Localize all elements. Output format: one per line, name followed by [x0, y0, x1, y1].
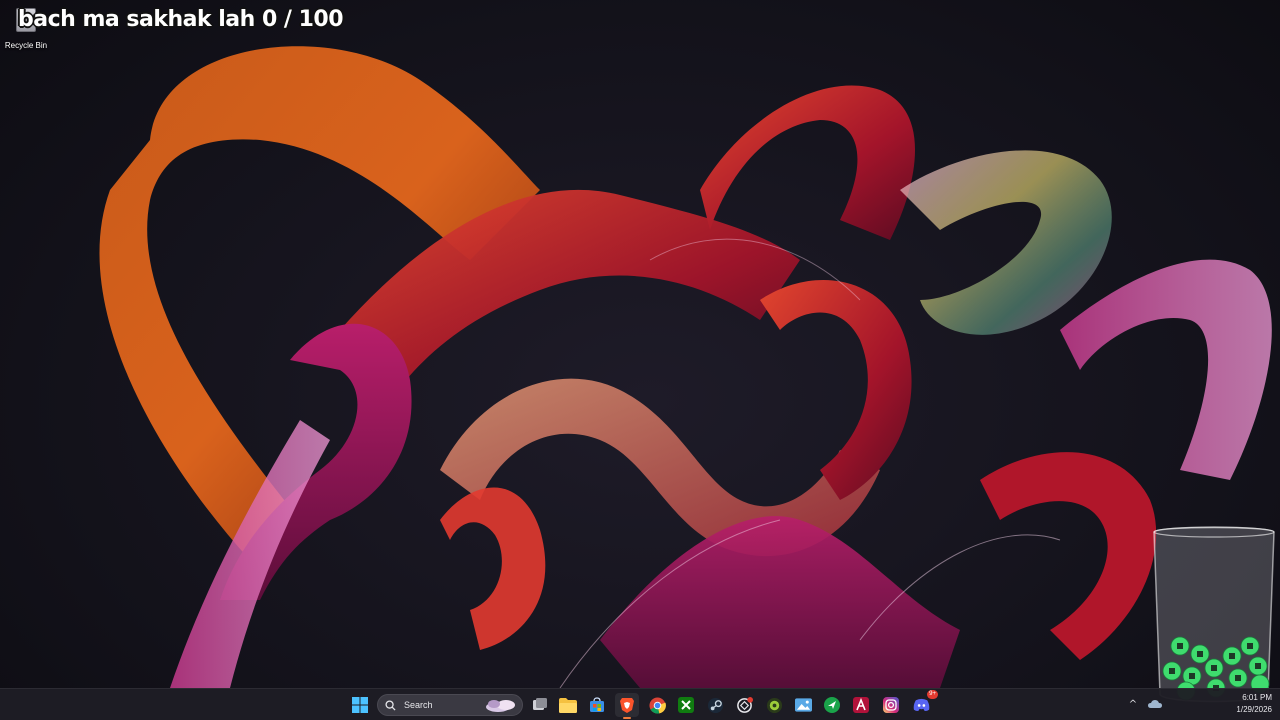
discord-notification-badge: 9+ — [927, 690, 938, 699]
chatgpt-button[interactable] — [732, 693, 756, 717]
show-hidden-icons-button[interactable]: ^ — [1126, 698, 1140, 712]
search-highlight-image — [486, 700, 515, 712]
microsoft-store-button[interactable] — [585, 693, 609, 717]
file-explorer-button[interactable] — [556, 693, 580, 717]
search-icon — [385, 699, 396, 711]
brave-icon — [620, 697, 634, 713]
instagram-button[interactable] — [879, 693, 903, 717]
game-icon — [766, 697, 782, 713]
store-icon — [590, 697, 604, 712]
discord-button[interactable]: 9+ — [909, 690, 938, 717]
game-app-button[interactable] — [762, 693, 786, 717]
xbox-icon — [678, 697, 694, 713]
discord-icon — [913, 698, 929, 711]
search-input[interactable]: Search — [377, 694, 523, 716]
wallpaper-ribbons — [99, 46, 1272, 688]
folder-icon — [559, 697, 577, 713]
openai-icon — [736, 696, 753, 713]
search-placeholder: Search — [404, 700, 433, 710]
desktop-wallpaper — [0, 0, 1280, 688]
taskbar: Search 9+ ^ 6:01 PM 1/29/2026 — [0, 688, 1280, 720]
letter-a-app-icon — [853, 697, 869, 713]
recycle-bin-label: Recycle Bin — [4, 41, 48, 50]
clock[interactable]: 6:01 PM 1/29/2026 — [1236, 692, 1272, 716]
overlay-counter-text: bach ma sakhak lah 0 / 100 — [18, 7, 344, 32]
steam-icon — [707, 697, 723, 713]
instagram-icon — [883, 697, 899, 713]
steam-button[interactable] — [703, 693, 727, 717]
onedrive-icon[interactable] — [1148, 699, 1162, 709]
photos-button[interactable] — [791, 693, 815, 717]
chrome-button[interactable] — [645, 693, 669, 717]
windows-icon — [352, 697, 368, 713]
chrome-icon — [648, 696, 666, 714]
task-view-button[interactable] — [528, 693, 552, 717]
brave-button[interactable] — [615, 693, 639, 719]
photos-icon — [794, 698, 812, 712]
clock-date: 1/29/2026 — [1236, 705, 1272, 714]
system-tray: ^ 6:01 PM 1/29/2026 — [1120, 689, 1280, 720]
task-view-icon — [533, 698, 547, 710]
glass-jar-widget[interactable] — [1150, 526, 1278, 706]
chevron-up-icon: ^ — [1128, 699, 1138, 710]
arrow-app-button[interactable] — [820, 693, 844, 717]
xbox-button[interactable] — [674, 693, 698, 717]
start-button[interactable] — [348, 693, 372, 717]
clock-time: 6:01 PM — [1242, 693, 1272, 702]
letter-a-app-button[interactable] — [849, 693, 873, 717]
arrow-app-icon — [824, 697, 840, 713]
